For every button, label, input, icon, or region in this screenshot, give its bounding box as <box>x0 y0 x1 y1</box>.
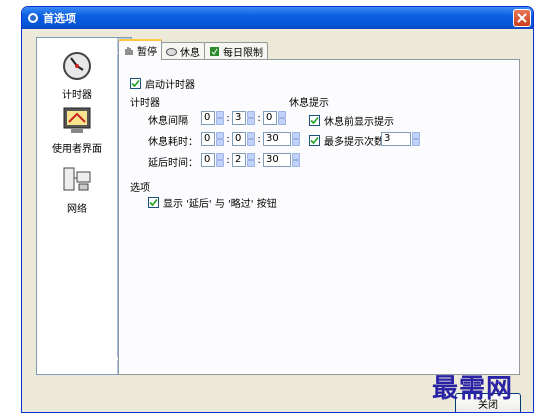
tab-strip: 暂停 休息 每日限制 <box>118 39 268 60</box>
sidebar-item-label: 计时器 <box>62 90 92 101</box>
max-prompts-field[interactable]: 3 <box>381 132 411 146</box>
interval-time-input: 0 : 3 : 0 <box>201 111 286 125</box>
max-prompts-spinner[interactable] <box>412 132 420 146</box>
network-icon <box>63 167 91 191</box>
watermark-logo: 最需网 <box>432 374 514 404</box>
close-icon <box>517 13 527 23</box>
checkbox-label: 休息前显示提示 <box>324 117 394 128</box>
checkmark-icon <box>149 198 158 207</box>
tab-daily-limit[interactable]: 每日限制 <box>204 42 268 60</box>
checkmark-icon <box>310 116 319 125</box>
delay-label: 延后时间： <box>148 158 198 169</box>
hours-spinner[interactable] <box>216 111 224 125</box>
tab-rest[interactable]: 休息 <box>161 42 205 60</box>
hours-spinner[interactable] <box>216 153 224 167</box>
checkmark-icon <box>310 136 319 145</box>
pause-hand-icon <box>125 47 133 55</box>
title-bar[interactable]: 首选项 <box>22 7 533 29</box>
preferences-window: 首选项 计时器 使用者界面 网络 暂停 休息 每日限制 启动计时器 计时器 休息… <box>21 6 534 413</box>
hours-field[interactable]: 0 <box>201 132 215 146</box>
sidebar-item-label: 使用者界面 <box>52 144 102 155</box>
show-postpone-skip-checkbox[interactable]: 显示 '延后' 与 '略过' 按钮 <box>148 195 277 210</box>
hours-field[interactable]: 0 <box>201 111 215 125</box>
checkbox[interactable] <box>309 135 320 146</box>
seconds-spinner[interactable] <box>278 111 286 125</box>
close-window-button[interactable] <box>513 9 531 27</box>
user-interface-icon <box>63 107 91 133</box>
window-title: 首选项 <box>43 12 76 25</box>
sidebar-item-label: 网络 <box>67 204 87 215</box>
seconds-spinner[interactable] <box>292 153 300 167</box>
reminder-section-heading: 休息提示 <box>289 98 329 109</box>
checkbox-label: 最多提示次数 <box>324 137 384 148</box>
seconds-field[interactable]: 30 <box>263 153 291 167</box>
tab-label: 每日限制 <box>223 48 263 59</box>
sidebar-item-network[interactable]: 网络 <box>37 164 117 215</box>
hours-spinner[interactable] <box>216 132 224 146</box>
checkbox-label: 显示 '延后' 与 '略过' 按钮 <box>163 199 277 210</box>
minutes-field[interactable]: 3 <box>232 111 246 125</box>
seconds-spinner[interactable] <box>292 132 300 146</box>
minutes-spinner[interactable] <box>247 132 255 146</box>
tab-label: 暂停 <box>137 47 157 58</box>
tab-label: 休息 <box>180 48 200 59</box>
minutes-spinner[interactable] <box>247 111 255 125</box>
sidebar-item-timer[interactable]: 计时器 <box>37 50 117 101</box>
minutes-field[interactable]: 0 <box>232 132 246 146</box>
sidebar-item-user-interface[interactable]: 使用者界面 <box>37 104 117 155</box>
interval-label: 休息间隔 <box>148 116 188 127</box>
daily-limit-icon <box>210 47 219 56</box>
tab-pause[interactable]: 暂停 <box>118 39 162 60</box>
pause-settings-panel: 启动计时器 计时器 休息间隔 0 : 3 : 0 休息耗时： 0 : 0 : 3… <box>118 59 520 375</box>
minutes-spinner[interactable] <box>247 153 255 167</box>
category-list: 计时器 使用者界面 网络 <box>37 38 117 374</box>
checkmark-icon <box>131 79 140 88</box>
timer-icon <box>63 52 91 80</box>
enable-timer-checkbox[interactable]: 启动计时器 <box>130 76 195 91</box>
options-section-heading: 选项 <box>130 183 150 194</box>
show-before-rest-checkbox[interactable]: 休息前显示提示 <box>309 113 394 128</box>
minutes-field[interactable]: 2 <box>232 153 246 167</box>
seconds-field[interactable]: 0 <box>263 111 277 125</box>
delay-time-input: 0 : 2 : 30 <box>201 153 300 167</box>
rest-icon <box>166 48 177 56</box>
duration-time-input: 0 : 0 : 30 <box>201 132 300 146</box>
checkbox[interactable] <box>130 78 141 89</box>
checkbox[interactable] <box>148 197 159 208</box>
max-prompts-input: 3 <box>381 132 420 146</box>
timer-section-heading: 计时器 <box>130 98 160 109</box>
app-icon <box>27 12 39 24</box>
duration-label: 休息耗时： <box>148 137 198 148</box>
max-prompts-checkbox[interactable]: 最多提示次数 <box>309 133 384 148</box>
hours-field[interactable]: 0 <box>201 153 215 167</box>
seconds-field[interactable]: 30 <box>263 132 291 146</box>
checkbox[interactable] <box>309 115 320 126</box>
checkbox-label: 启动计时器 <box>145 80 195 91</box>
